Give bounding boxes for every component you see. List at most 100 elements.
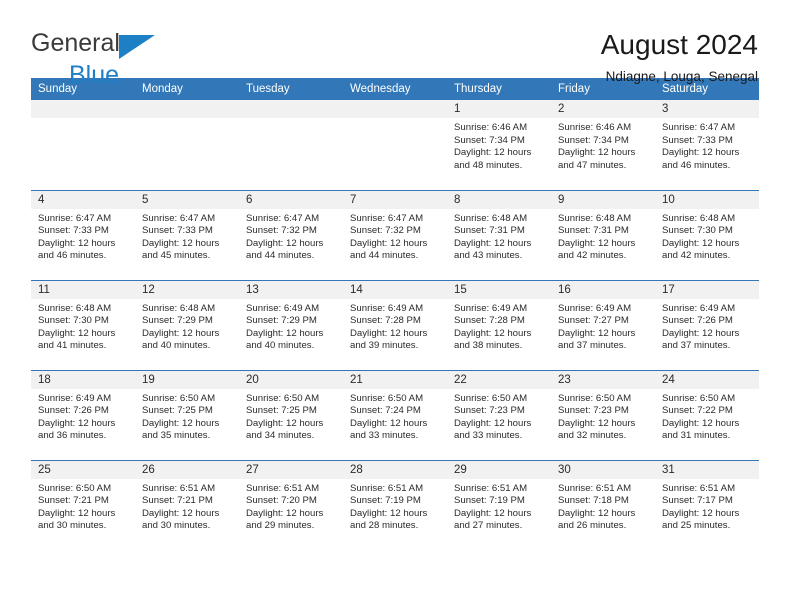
day-number: 24 [655,370,759,389]
sunrise-text: Sunrise: 6:50 AM [454,392,528,404]
daylight-text-line2: and 34 minutes. [246,430,315,442]
day-number: 17 [655,280,759,299]
day-number: 20 [239,370,343,389]
sunrise-text: Sunrise: 6:50 AM [38,482,112,494]
calendar-day-cell[interactable]: 8 Sunrise: 6:48 AM Sunset: 7:31 PM Daylight… [447,189,551,280]
day-details: Sunrise: 6:49 AM Sunset: 7:27 PM Daylight:… [551,299,655,353]
daylight-text-line1: Daylight: 12 hours [454,507,532,519]
calendar-day-cell[interactable]: 16 Sunrise: 6:49 AM Sunset: 7:27 PM Dayligh… [551,279,655,370]
day-details: Sunrise: 6:49 AM Sunset: 7:26 PM Daylight:… [655,299,759,353]
day-number: 11 [31,280,135,299]
day-details: Sunrise: 6:47 AM Sunset: 7:32 PM Daylight:… [343,209,447,263]
daylight-text-line1: Daylight: 12 hours [662,237,740,249]
sunrise-text: Sunrise: 6:47 AM [246,212,320,224]
day-number: 25 [31,460,135,479]
sunrise-text: Sunrise: 6:50 AM [558,392,632,404]
title-block: August 2024 Ndiagne, Louga, Senegal [601,26,758,87]
day-details: Sunrise: 6:50 AM Sunset: 7:23 PM Daylight:… [447,389,551,443]
daylight-text-line1: Daylight: 12 hours [350,507,428,519]
calendar-cell-empty [31,100,135,190]
calendar-day-cell[interactable]: 13 Sunrise: 6:49 AM Sunset: 7:29 PM Dayligh… [239,279,343,370]
day-details: Sunrise: 6:48 AM Sunset: 7:30 PM Daylight:… [655,209,759,263]
sunset-text: Sunset: 7:26 PM [38,405,109,417]
sunset-text: Sunset: 7:28 PM [350,315,421,327]
calendar-day-cell[interactable]: 31 Sunrise: 6:51 AM Sunset: 7:17 PM Dayligh… [655,459,759,550]
sunrise-text: Sunrise: 6:50 AM [350,392,424,404]
calendar-day-cell[interactable]: 23 Sunrise: 6:50 AM Sunset: 7:23 PM Dayligh… [551,369,655,460]
calendar-day-cell[interactable]: 30 Sunrise: 6:51 AM Sunset: 7:18 PM Dayligh… [551,459,655,550]
daylight-text-line1: Daylight: 12 hours [142,417,220,429]
day-details: Sunrise: 6:47 AM Sunset: 7:32 PM Daylight:… [239,209,343,263]
calendar-day-cell[interactable]: 9 Sunrise: 6:48 AM Sunset: 7:31 PM Daylight… [551,189,655,280]
calendar-day-cell[interactable]: 4 Sunrise: 6:47 AM Sunset: 7:33 PM Daylight… [31,189,135,280]
calendar-day-cell[interactable]: 27 Sunrise: 6:51 AM Sunset: 7:20 PM Dayligh… [239,459,343,550]
brand-logo[interactable]: General Blue [31,26,211,88]
daylight-text-line2: and 32 minutes. [558,430,627,442]
daylight-text-line2: and 25 minutes. [662,520,731,532]
calendar-day-cell[interactable]: 6 Sunrise: 6:47 AM Sunset: 7:32 PM Daylight… [239,189,343,280]
day-number: 31 [655,460,759,479]
calendar-day-cell[interactable]: 5 Sunrise: 6:47 AM Sunset: 7:33 PM Daylight… [135,189,239,280]
sunset-text: Sunset: 7:21 PM [38,495,109,507]
calendar-cell-empty [239,100,343,190]
calendar-day-cell[interactable]: 11 Sunrise: 6:48 AM Sunset: 7:30 PM Dayligh… [31,279,135,370]
calendar-day-cell[interactable]: 19 Sunrise: 6:50 AM Sunset: 7:25 PM Dayligh… [135,369,239,460]
calendar-day-cell[interactable]: 12 Sunrise: 6:48 AM Sunset: 7:29 PM Dayligh… [135,279,239,370]
calendar-day-cell[interactable]: 3 Sunrise: 6:47 AM Sunset: 7:33 PM Daylight… [655,100,759,190]
sunset-text: Sunset: 7:19 PM [350,495,421,507]
calendar-day-cell[interactable]: 18 Sunrise: 6:49 AM Sunset: 7:26 PM Dayligh… [31,369,135,460]
sunset-text: Sunset: 7:29 PM [246,315,317,327]
day-details: Sunrise: 6:51 AM Sunset: 7:19 PM Daylight:… [343,479,447,533]
day-details: Sunrise: 6:51 AM Sunset: 7:17 PM Daylight:… [655,479,759,533]
calendar-day-cell[interactable]: 20 Sunrise: 6:50 AM Sunset: 7:25 PM Dayligh… [239,369,343,460]
calendar-day-cell[interactable]: 25 Sunrise: 6:50 AM Sunset: 7:21 PM Dayligh… [31,459,135,550]
calendar-day-cell[interactable]: 24 Sunrise: 6:50 AM Sunset: 7:22 PM Dayligh… [655,369,759,460]
daylight-text-line2: and 43 minutes. [454,250,523,262]
day-number: 23 [551,370,655,389]
day-details: Sunrise: 6:50 AM Sunset: 7:22 PM Daylight:… [655,389,759,443]
calendar-day-cell[interactable]: 2 Sunrise: 6:46 AM Sunset: 7:34 PM Daylight… [551,100,655,190]
daylight-text-line2: and 46 minutes. [662,159,731,171]
sunrise-text: Sunrise: 6:48 AM [454,212,528,224]
day-number: 6 [239,190,343,209]
calendar-day-cell[interactable]: 14 Sunrise: 6:49 AM Sunset: 7:28 PM Dayligh… [343,279,447,370]
daylight-text-line2: and 37 minutes. [558,340,627,352]
daylight-text-line2: and 41 minutes. [38,340,107,352]
sunrise-text: Sunrise: 6:51 AM [454,482,528,494]
calendar-day-cell[interactable]: 28 Sunrise: 6:51 AM Sunset: 7:19 PM Dayligh… [343,459,447,550]
day-number: 9 [551,190,655,209]
sunrise-text: Sunrise: 6:51 AM [662,482,736,494]
sunrise-text: Sunrise: 6:48 AM [662,212,736,224]
day-number: 18 [31,370,135,389]
calendar-day-cell[interactable]: 10 Sunrise: 6:48 AM Sunset: 7:30 PM Dayligh… [655,189,759,280]
daylight-text-line2: and 28 minutes. [350,520,419,532]
calendar-day-cell[interactable]: 1 Sunrise: 6:46 AM Sunset: 7:34 PM Daylight… [447,100,551,190]
day-details: Sunrise: 6:51 AM Sunset: 7:19 PM Daylight:… [447,479,551,533]
daylight-text-line2: and 46 minutes. [38,250,107,262]
day-number: 15 [447,280,551,299]
calendar-grid: Sunday Monday Tuesday Wednesday Thursday… [31,78,759,550]
calendar-day-cell[interactable]: 21 Sunrise: 6:50 AM Sunset: 7:24 PM Dayligh… [343,369,447,460]
calendar-day-cell[interactable]: 29 Sunrise: 6:51 AM Sunset: 7:19 PM Dayligh… [447,459,551,550]
sunset-text: Sunset: 7:33 PM [142,225,213,237]
daylight-text-line2: and 27 minutes. [454,520,523,532]
calendar-day-cell[interactable]: 22 Sunrise: 6:50 AM Sunset: 7:23 PM Dayligh… [447,369,551,460]
daylight-text-line1: Daylight: 12 hours [350,417,428,429]
calendar-day-cell[interactable]: 7 Sunrise: 6:47 AM Sunset: 7:32 PM Daylight… [343,189,447,280]
sunrise-text: Sunrise: 6:46 AM [454,122,528,133]
sunrise-text: Sunrise: 6:47 AM [662,122,736,133]
sunset-text: Sunset: 7:33 PM [662,134,733,146]
calendar-day-cell[interactable]: 15 Sunrise: 6:49 AM Sunset: 7:28 PM Dayligh… [447,279,551,370]
day-number: 29 [447,460,551,479]
sunrise-text: Sunrise: 6:48 AM [558,212,632,224]
calendar-week-row: 4 Sunrise: 6:47 AM Sunset: 7:33 PM Daylight… [31,189,759,280]
day-details: Sunrise: 6:49 AM Sunset: 7:28 PM Daylight:… [447,299,551,353]
sunrise-text: Sunrise: 6:51 AM [558,482,632,494]
daylight-text-line1: Daylight: 12 hours [454,237,532,249]
day-number: 26 [135,460,239,479]
day-details: Sunrise: 6:48 AM Sunset: 7:30 PM Daylight:… [31,299,135,353]
calendar-body: 1 Sunrise: 6:46 AM Sunset: 7:34 PM Daylight… [31,100,759,550]
calendar-day-cell[interactable]: 26 Sunrise: 6:51 AM Sunset: 7:21 PM Dayligh… [135,459,239,550]
calendar-day-cell[interactable]: 17 Sunrise: 6:49 AM Sunset: 7:26 PM Dayligh… [655,279,759,370]
daylight-text-line1: Daylight: 12 hours [454,327,532,339]
